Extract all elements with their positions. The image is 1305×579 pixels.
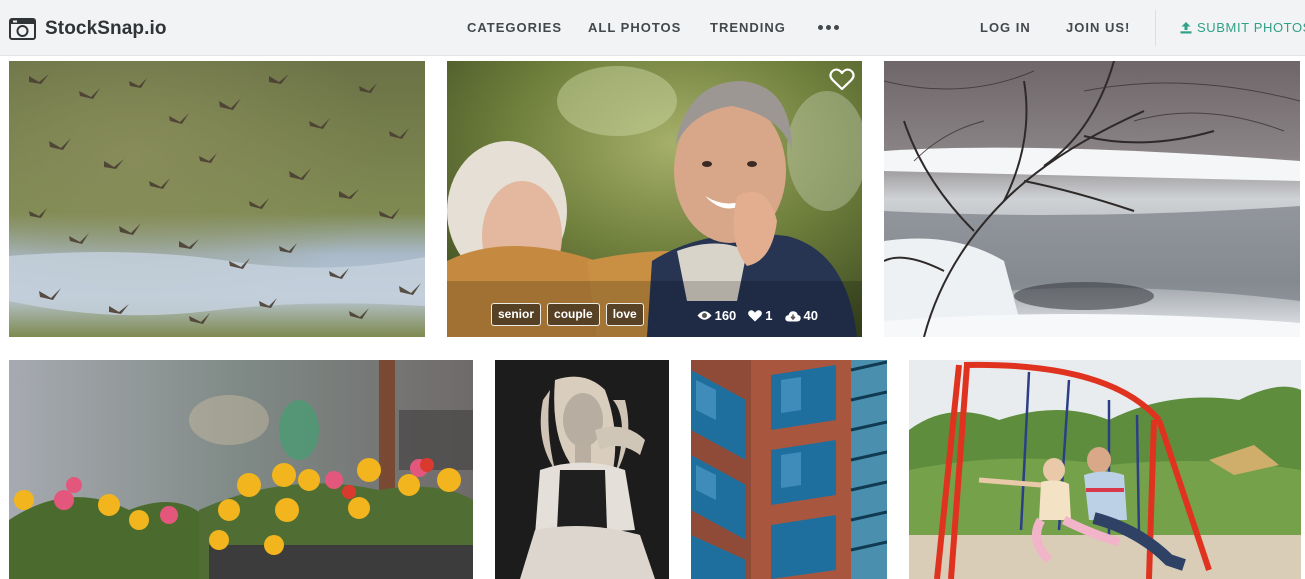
cloud-download-icon: [784, 310, 801, 321]
log-in-link[interactable]: LOG IN: [980, 20, 1031, 35]
camera-icon: [9, 18, 36, 40]
upload-icon: [1180, 21, 1192, 33]
photo-winter-river[interactable]: [884, 61, 1300, 337]
downloads-count: 40: [803, 308, 818, 323]
nav-categories[interactable]: CATEGORIES: [467, 20, 562, 35]
nav-divider: [1155, 10, 1156, 46]
glass-building-image: [691, 360, 887, 579]
submit-photos-button[interactable]: SUBMIT PHOTOS: [1180, 20, 1305, 35]
bw-portrait-image: [495, 360, 669, 579]
photo-bw-portrait[interactable]: [495, 360, 669, 579]
photo-swings[interactable]: [909, 360, 1301, 579]
views-count: 160: [714, 308, 737, 323]
tag-couple[interactable]: couple: [547, 303, 600, 326]
swings-image: [909, 360, 1301, 579]
couple-image: [447, 61, 862, 337]
downloads-stat: 40: [784, 308, 818, 323]
more-menu-icon[interactable]: [818, 25, 839, 30]
photo-tags: senior couple love: [491, 303, 644, 326]
photo-birds[interactable]: [9, 61, 425, 337]
photo-flowers[interactable]: [9, 360, 473, 579]
likes-stat: 1: [748, 308, 773, 323]
nav-all-photos[interactable]: ALL PHOTOS: [588, 20, 681, 35]
submit-photos-label: SUBMIT PHOTOS: [1197, 20, 1305, 35]
like-heart-icon[interactable]: [829, 68, 855, 92]
flowers-image: [9, 360, 473, 579]
tag-love[interactable]: love: [605, 303, 644, 326]
photo-glass-building[interactable]: [691, 360, 887, 579]
tag-senior[interactable]: senior: [491, 303, 542, 326]
winter-river-image: [884, 61, 1300, 337]
heart-icon: [748, 309, 763, 321]
birds-image: [9, 61, 425, 337]
nav-trending[interactable]: TRENDING: [710, 20, 786, 35]
eye-icon: [697, 311, 712, 320]
views-stat: 160: [697, 308, 737, 323]
likes-count: 1: [765, 308, 773, 323]
top-navbar: StockSnap.io CATEGORIES ALL PHOTOS TREND…: [0, 0, 1305, 56]
join-us-link[interactable]: JOIN US!: [1066, 20, 1130, 35]
logo-text: StockSnap.io: [45, 18, 167, 39]
photo-stats: 160 1 40: [697, 308, 818, 323]
photo-senior-couple[interactable]: senior couple love 160 1 40: [447, 61, 862, 337]
site-logo[interactable]: StockSnap.io: [9, 16, 167, 42]
